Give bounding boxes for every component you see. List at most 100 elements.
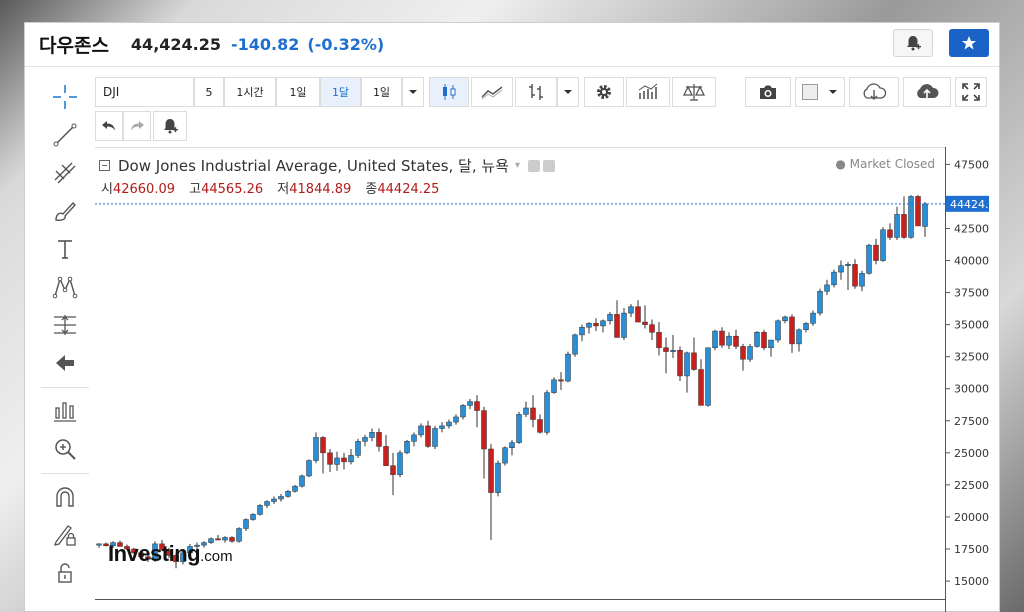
load-chart-button[interactable] [849, 77, 899, 107]
candle-up[interactable] [453, 416, 459, 423]
candle-up[interactable] [684, 352, 690, 377]
candle-up[interactable] [768, 339, 774, 348]
candle-up[interactable] [817, 291, 823, 314]
indicators-tool[interactable] [51, 397, 79, 425]
candle-up[interactable] [922, 203, 928, 227]
fullscreen-button[interactable] [955, 77, 987, 107]
candle-up[interactable] [362, 437, 368, 442]
candle-up[interactable] [306, 460, 312, 477]
candle-up[interactable] [516, 414, 522, 443]
interval-button[interactable]: 1일 [361, 77, 402, 107]
candle-up[interactable] [866, 244, 872, 274]
line-style-button[interactable] [471, 77, 513, 107]
eye-icon[interactable] [528, 159, 541, 172]
candle-up[interactable] [551, 379, 557, 393]
candle-up[interactable] [495, 462, 501, 493]
candle-up[interactable] [859, 273, 865, 287]
candle-down[interactable] [887, 229, 893, 238]
brush-tool[interactable] [51, 197, 79, 225]
candle-up[interactable] [313, 437, 319, 461]
candle-up[interactable] [439, 425, 445, 429]
studies-button[interactable] [626, 77, 670, 107]
candle-up[interactable] [96, 543, 102, 546]
create-alert-button[interactable] [893, 29, 933, 57]
candle-up[interactable] [838, 265, 844, 273]
interval-button[interactable]: 1일 [276, 77, 320, 107]
color-picker-button[interactable] [795, 77, 845, 107]
candle-up[interactable] [544, 392, 550, 433]
candle-down[interactable] [530, 407, 536, 420]
zoom-tool[interactable] [51, 435, 79, 463]
style-dropdown[interactable] [557, 77, 579, 107]
candle-up[interactable] [803, 323, 809, 331]
screenshot-button[interactable] [745, 77, 791, 107]
candles-style-button[interactable] [429, 77, 469, 107]
candle-down[interactable] [901, 214, 907, 238]
candle-up[interactable] [621, 312, 627, 338]
add-to-watchlist-button[interactable] [949, 29, 989, 57]
candle-up[interactable] [292, 485, 298, 492]
interval-button[interactable]: 5 [194, 77, 224, 107]
candle-down[interactable] [691, 352, 697, 370]
unlock-tool[interactable] [51, 559, 79, 587]
candle-down[interactable] [761, 332, 767, 348]
candle-up[interactable] [271, 498, 277, 502]
candle-up[interactable] [278, 496, 284, 500]
candle-down[interactable] [537, 419, 543, 433]
candle-up[interactable] [726, 335, 732, 346]
candle-down[interactable] [614, 314, 620, 338]
candle-up[interactable] [411, 434, 417, 442]
candle-down[interactable] [677, 350, 683, 377]
candle-up[interactable] [600, 320, 606, 327]
candle-up[interactable] [894, 214, 900, 238]
candle-up[interactable] [670, 350, 676, 352]
legend-dropdown-icon[interactable]: ▾ [515, 160, 520, 171]
candle-up[interactable] [796, 329, 802, 345]
candle-up[interactable] [565, 353, 571, 382]
candle-down[interactable] [635, 306, 641, 323]
candle-down[interactable] [649, 324, 655, 333]
candle-up[interactable] [299, 475, 305, 487]
candle-up[interactable] [334, 457, 340, 465]
candle-up[interactable] [502, 447, 508, 464]
candle-up[interactable] [250, 514, 256, 520]
candle-down[interactable] [383, 446, 389, 466]
candle-up[interactable] [747, 346, 753, 360]
symbol-input[interactable]: DJI [95, 77, 194, 107]
candle-down[interactable] [915, 196, 921, 227]
candle-down[interactable] [558, 379, 564, 382]
candle-down[interactable] [719, 330, 725, 346]
candle-up[interactable] [257, 505, 263, 515]
candle-up[interactable] [243, 519, 249, 529]
candle-up[interactable] [418, 425, 424, 436]
legend-settings-icon[interactable] [543, 159, 556, 172]
candle-up[interactable] [446, 421, 452, 427]
candle-down[interactable] [390, 465, 396, 475]
settings-button[interactable] [584, 77, 624, 107]
candle-up[interactable] [908, 196, 914, 238]
collapse-legend-icon[interactable] [99, 160, 110, 171]
candle-up[interactable] [404, 441, 410, 454]
candle-up[interactable] [845, 264, 851, 266]
candle-up[interactable] [467, 401, 473, 406]
candle-down[interactable] [341, 457, 347, 463]
candle-up[interactable] [705, 347, 711, 406]
candle-up[interactable] [579, 326, 585, 336]
candle-down[interactable] [474, 401, 480, 411]
candle-up[interactable] [775, 320, 781, 341]
candle-down[interactable] [789, 316, 795, 345]
candle-up[interactable] [572, 334, 578, 355]
candle-down[interactable] [656, 332, 662, 348]
candle-up[interactable] [782, 316, 788, 322]
candle-down[interactable] [873, 244, 879, 261]
lock-drawing-tool[interactable] [51, 521, 79, 549]
candle-up[interactable] [509, 442, 515, 448]
candle-down[interactable] [642, 321, 648, 325]
trend-line-tool[interactable] [51, 121, 79, 149]
measure-tool[interactable] [51, 311, 79, 339]
compare-button[interactable] [672, 77, 716, 107]
candle-down[interactable] [593, 323, 599, 327]
candle-down[interactable] [488, 448, 494, 493]
add-alert-button[interactable] [153, 111, 187, 141]
candle-down[interactable] [376, 432, 382, 447]
